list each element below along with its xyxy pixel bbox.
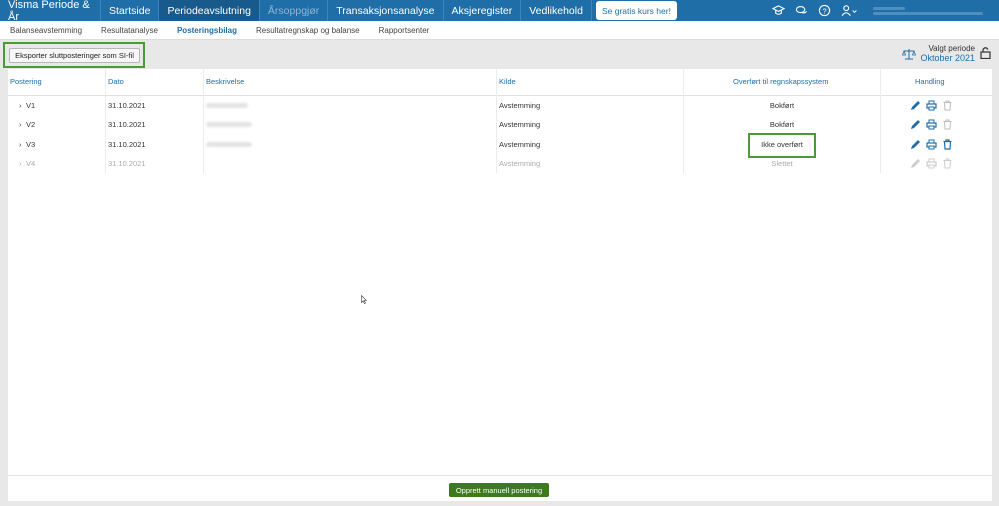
tab-rapportsenter[interactable]: Rapportsenter [379, 26, 430, 35]
nav-startside[interactable]: Startside [101, 0, 160, 21]
nav-arsoppgjor[interactable]: Årsoppgjør [260, 0, 329, 21]
delete-icon [942, 158, 953, 169]
delete-icon [942, 119, 953, 130]
description-redacted [206, 122, 252, 127]
mouse-cursor-icon [361, 294, 368, 304]
row-actions [910, 139, 958, 150]
nav-vedlikehold[interactable]: Vedlikehold [521, 0, 592, 21]
posting-id[interactable]: V4 [26, 159, 35, 168]
help-icon[interactable]: ? [817, 4, 831, 18]
description-redacted [206, 103, 248, 108]
export-si-file-button[interactable]: Eksporter sluttposteringer som SI-fil [9, 48, 140, 63]
posting-source: Avstemming [499, 140, 541, 149]
delete-icon [942, 100, 953, 111]
chat-icon[interactable] [794, 4, 808, 18]
graduation-cap-icon[interactable] [771, 4, 785, 18]
posting-source: Avstemming [499, 159, 541, 168]
tab-balanseavstemming[interactable]: Balanseavstemming [10, 26, 82, 35]
toolbar: Eksporter sluttposteringer som SI-fil Va… [0, 40, 999, 69]
posting-source: Avstemming [499, 101, 541, 110]
nav-periodeavslutning[interactable]: Periodeavslutning [159, 0, 260, 21]
export-highlight: Eksporter sluttposteringer som SI-fil [3, 42, 145, 68]
edit-icon[interactable] [910, 100, 921, 111]
table-row[interactable]: › V1 31.10.2021 Avstemming Bokført [8, 96, 880, 115]
print-icon [926, 158, 937, 169]
table-header: Postering Dato Beskrivelse Kilde Overfør… [8, 69, 992, 96]
period-value: Oktober 2021 [920, 53, 975, 63]
panel-footer: Opprett manuell postering [8, 475, 992, 501]
lock-icon[interactable] [980, 46, 991, 60]
posting-source: Avstemming [499, 120, 541, 129]
user-icon[interactable] [840, 4, 858, 18]
row-actions [910, 100, 958, 111]
top-navbar: Visma Periode & År Startside Periodeavsl… [0, 0, 999, 23]
tab-posteringsbilag[interactable]: Posteringsbilag [177, 26, 237, 35]
print-icon[interactable] [926, 100, 937, 111]
print-icon[interactable] [926, 139, 937, 150]
tab-resultatanalyse[interactable]: Resultatanalyse [101, 26, 158, 35]
edit-icon [910, 158, 921, 169]
selected-period[interactable]: Valgt periode Oktober 2021 [920, 44, 975, 63]
transfer-status: Bokført [769, 101, 795, 110]
col-kilde[interactable]: Kilde [499, 77, 516, 86]
transfer-status: Slettet [771, 159, 793, 168]
sub-navbar: Balanseavstemming Resultatanalyse Poster… [0, 21, 999, 40]
app-brand[interactable]: Visma Periode & År [0, 0, 101, 23]
posting-date: 31.10.2021 [108, 159, 146, 168]
col-overfort[interactable]: Overført til regnskapssystem [733, 77, 828, 86]
expand-chevron-icon[interactable]: › [19, 120, 22, 129]
print-icon[interactable] [926, 119, 937, 130]
row-actions [910, 119, 958, 130]
expand-chevron-icon[interactable]: › [19, 159, 22, 168]
col-postering[interactable]: Postering [10, 77, 42, 86]
col-beskrivelse[interactable]: Beskrivelse [206, 77, 244, 86]
col-dato[interactable]: Dato [108, 77, 124, 86]
period-label: Valgt periode [928, 44, 975, 53]
expand-chevron-icon[interactable]: › [19, 140, 22, 149]
edit-icon[interactable] [910, 119, 921, 130]
expand-chevron-icon[interactable]: › [19, 101, 22, 110]
create-manual-posting-button[interactable]: Opprett manuell postering [449, 483, 549, 497]
free-course-button[interactable]: Se gratis kurs her! [595, 1, 677, 20]
description-redacted [206, 142, 252, 147]
table-row[interactable]: › V2 31.10.2021 Avstemming Bokført [8, 115, 880, 134]
posting-date: 31.10.2021 [108, 101, 146, 110]
row-actions [910, 158, 958, 169]
posting-id[interactable]: V2 [26, 120, 35, 129]
col-handling: Handling [915, 77, 945, 86]
posting-date: 31.10.2021 [108, 120, 146, 129]
scale-icon[interactable] [901, 48, 917, 60]
edit-icon[interactable] [910, 139, 921, 150]
posting-id[interactable]: V3 [26, 140, 35, 149]
svg-text:?: ? [822, 6, 826, 15]
user-info[interactable] [873, 5, 991, 17]
nav-aksjeregister[interactable]: Aksjeregister [444, 0, 522, 21]
status-highlight [748, 133, 816, 158]
posting-date: 31.10.2021 [108, 140, 146, 149]
posting-id[interactable]: V1 [26, 101, 35, 110]
transfer-status: Bokført [769, 120, 795, 129]
delete-icon[interactable] [942, 139, 953, 150]
nav-transaksjonsanalyse[interactable]: Transaksjonsanalyse [328, 0, 444, 21]
tab-resultatregnskap-og-balanse[interactable]: Resultatregnskap og balanse [256, 26, 360, 35]
postings-panel: Postering Dato Beskrivelse Kilde Overfør… [8, 69, 992, 501]
